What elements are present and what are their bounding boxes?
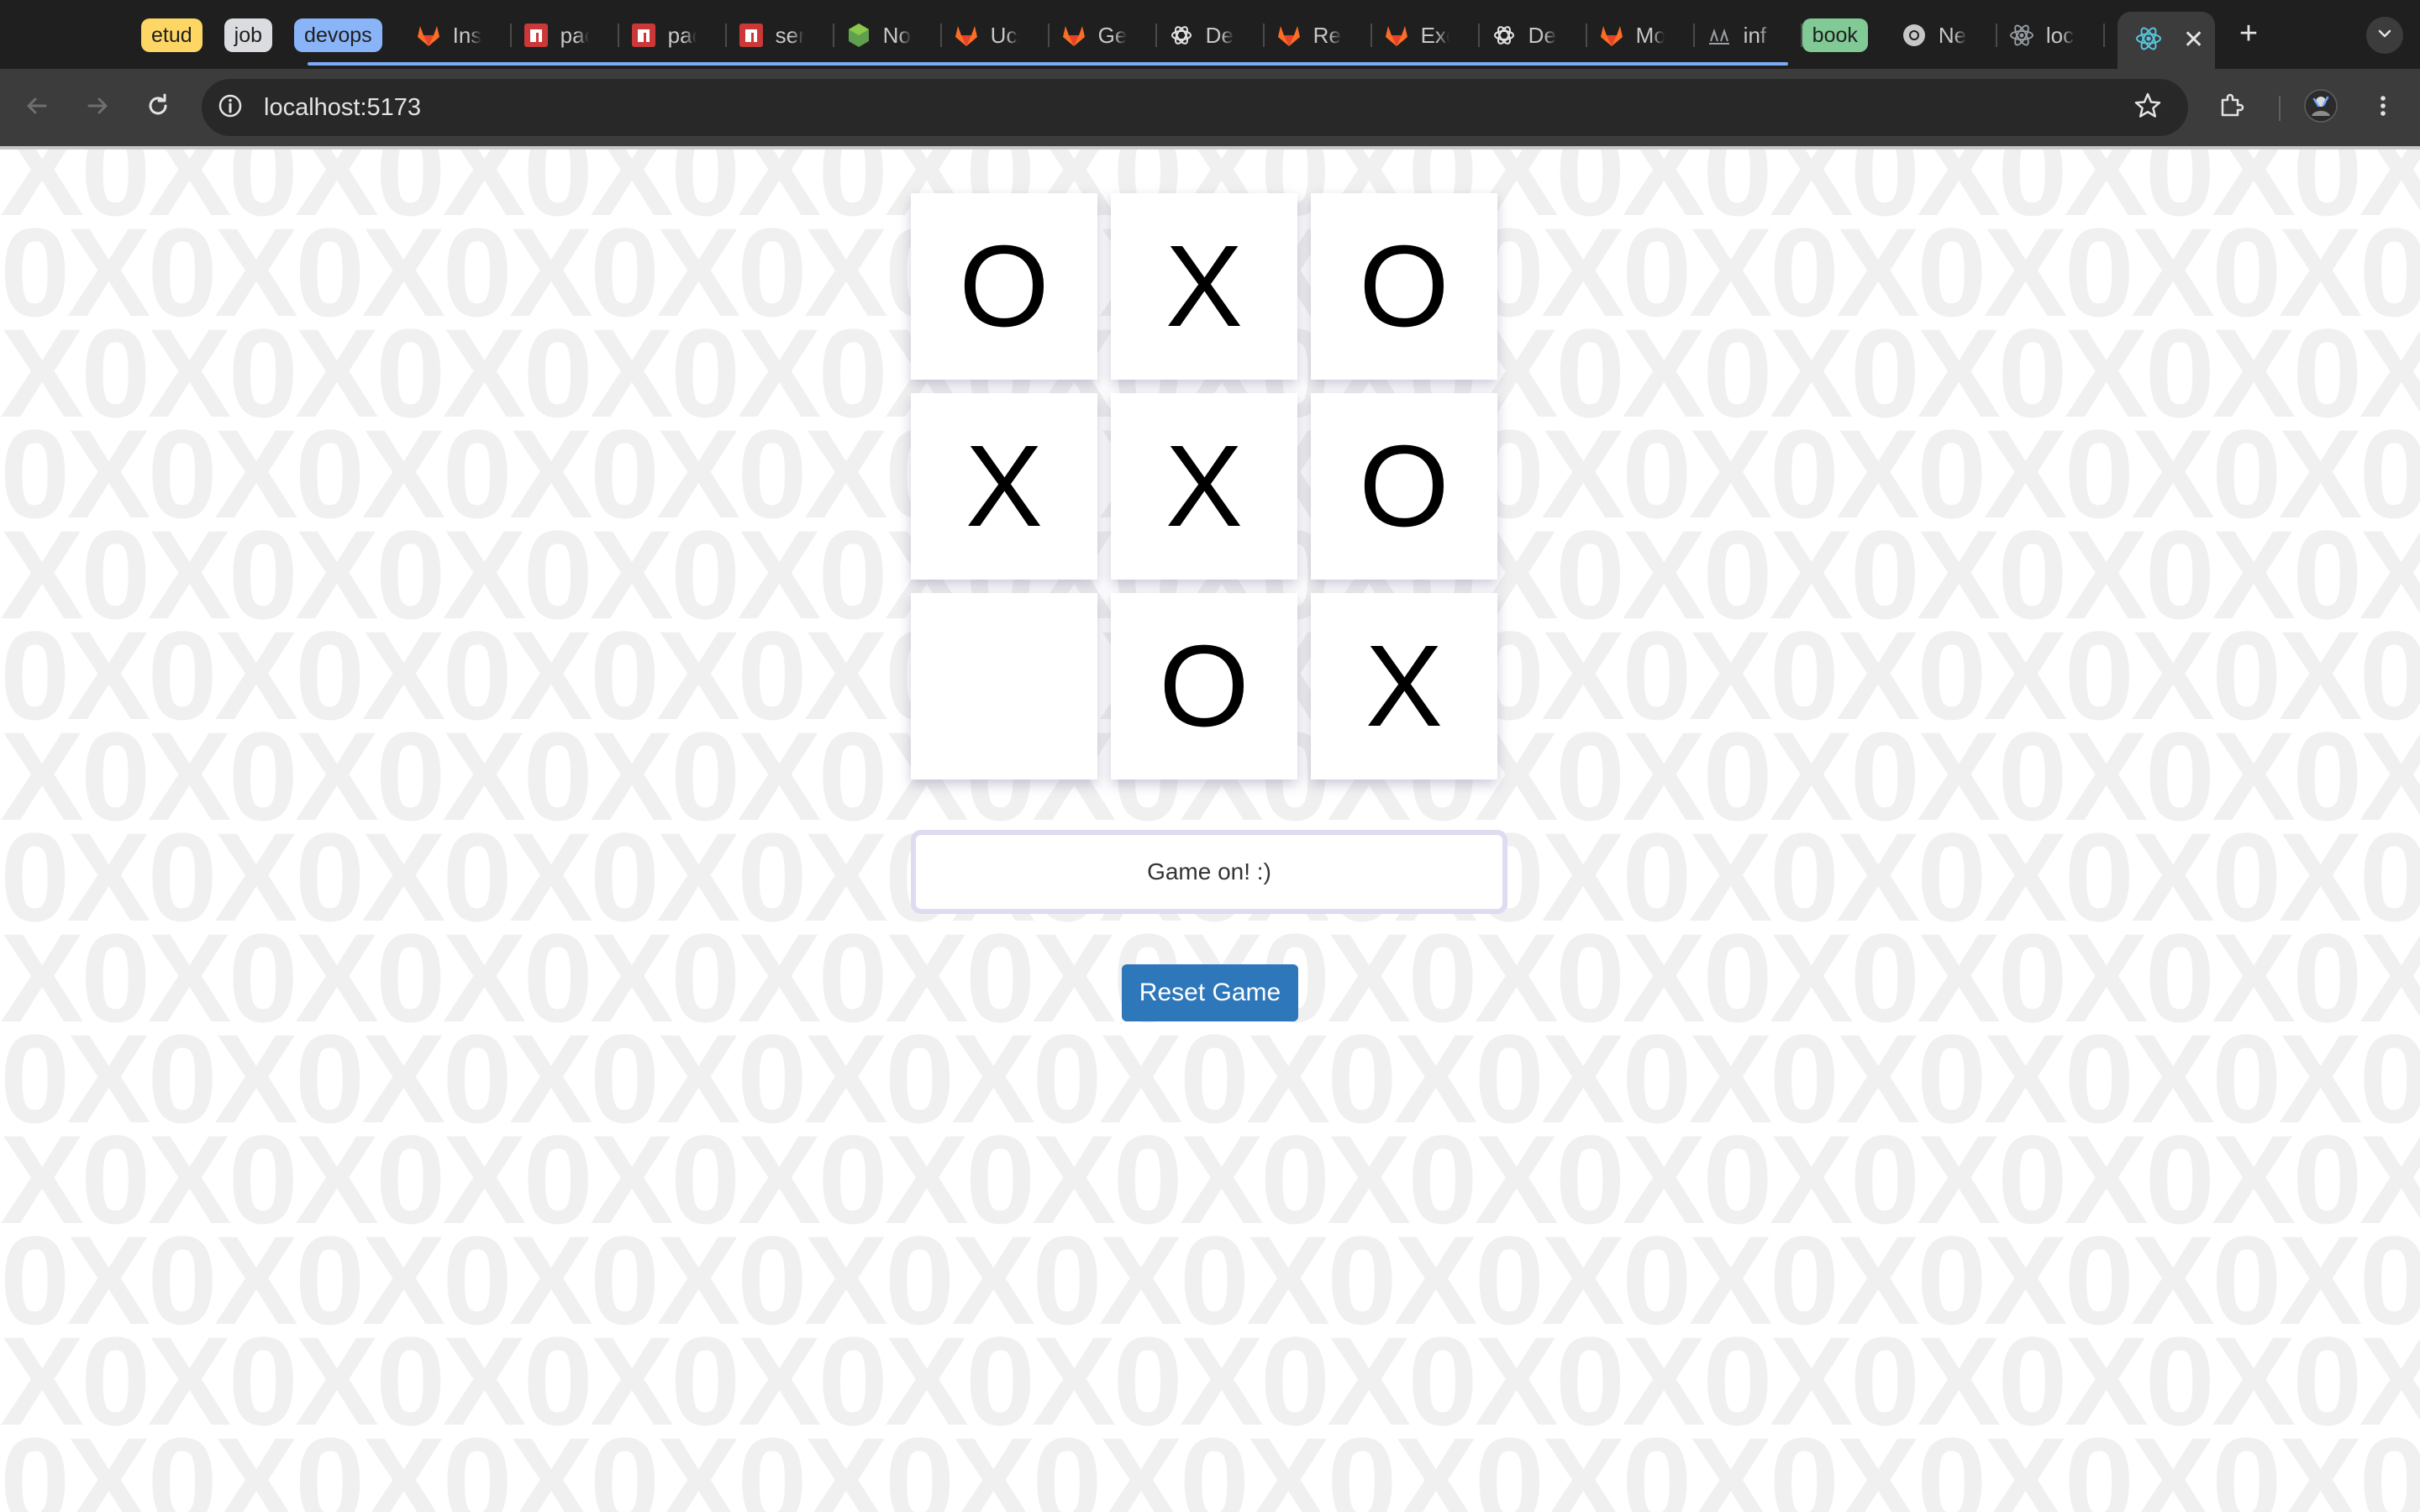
background-pattern-row: 0X0X0X0X0X0X0X0X0X0X0X0X0X0X0X0X0X0X: [0, 1431, 2420, 1512]
browser-tab[interactable]: De: [1480, 13, 1587, 57]
board-cell-8[interactable]: O: [1111, 593, 1297, 780]
site-info-button[interactable]: [213, 91, 247, 124]
board-cell-2[interactable]: X: [1111, 193, 1297, 380]
info-icon: [217, 92, 244, 123]
tab-title: pac: [560, 22, 589, 48]
tab-title: ser: [775, 22, 804, 48]
board-cell-6[interactable]: O: [1311, 393, 1497, 580]
browser-tab[interactable]: De: [1157, 13, 1265, 57]
tab-group-etud[interactable]: etud: [141, 18, 203, 52]
tab-title: No: [882, 22, 911, 48]
gitlab-icon: [1275, 21, 1303, 50]
browser-tab[interactable]: Exe: [1372, 13, 1480, 57]
tab-title: loc: [2045, 22, 2075, 48]
profile-button[interactable]: [2301, 87, 2341, 128]
tab-title: pac: [667, 22, 697, 48]
tab-title: De: [1528, 22, 1556, 48]
site-icon: [1705, 21, 1733, 50]
close-tab-button[interactable]: ✕: [2183, 28, 2204, 53]
board-cell-9[interactable]: X: [1311, 593, 1497, 780]
more-vertical-icon: [2370, 92, 2396, 123]
board-cell-3[interactable]: O: [1311, 193, 1497, 380]
browser-toolbar: localhost:5173: [0, 69, 2420, 146]
reload-button[interactable]: [138, 87, 178, 128]
background-pattern-row: X0X0X0X0X0X0X0X0X0X0X0X0X0X0X0X0X0X0: [0, 1129, 2420, 1230]
tab-title: Ge: [1097, 22, 1127, 48]
tab-title: Ins: [452, 22, 481, 48]
active-tab[interactable]: ✕: [2118, 12, 2215, 69]
openai-icon: [1490, 21, 1518, 50]
tab-strip: etudjob devops Ins pac pac ser No Ucl Ge De Re Exe D…: [0, 0, 2420, 69]
browser-tab[interactable]: pac: [512, 13, 619, 57]
chevron-down-icon: [2375, 24, 2394, 47]
tab-title: Mo: [1635, 22, 1665, 48]
tab-group-devops[interactable]: devops: [294, 18, 382, 52]
npm-icon: [629, 21, 658, 50]
avatar: [2304, 88, 2338, 127]
arrow-right-icon: [84, 92, 111, 123]
forward-button[interactable]: [77, 87, 118, 128]
react-icon: [2007, 21, 2036, 50]
toolbar-divider: [2279, 96, 2281, 121]
browser-tab[interactable]: Re: [1265, 13, 1372, 57]
browser-tab[interactable]: ser: [727, 13, 834, 57]
board-cell-5[interactable]: X: [1111, 393, 1297, 580]
url-text[interactable]: localhost:5173: [264, 93, 421, 122]
browser-tab[interactable]: Ucl: [942, 13, 1050, 57]
tab-title: Re: [1313, 22, 1341, 48]
arrow-left-icon: [24, 92, 50, 123]
bookmark-button[interactable]: [2131, 91, 2165, 124]
openai-icon: [1167, 21, 1196, 50]
tab-group-underline: [308, 62, 1788, 66]
page-viewport: X0X0X0X0X0X0X0X0X0X0X0X0X0X0X0X0X0X0 0X0X…: [0, 150, 2420, 1512]
board-cell-1[interactable]: O: [911, 193, 1097, 380]
browser-tab[interactable]: Ins: [404, 13, 512, 57]
game-status: Game on! :): [911, 830, 1507, 914]
star-icon: [2133, 92, 2162, 124]
address-bar[interactable]: localhost:5173: [202, 79, 2188, 136]
puzzle-icon: [2217, 92, 2246, 124]
background-pattern-row: X0X0X0X0X0X0X0X0X0X0X0X0X0X0X0X0X0X0: [0, 1331, 2420, 1431]
tab-group-job[interactable]: job: [224, 18, 273, 52]
tab-title: inf: [1743, 22, 1767, 48]
browser-menu-button[interactable]: [2363, 87, 2403, 128]
new-tab-button[interactable]: +: [2232, 15, 2265, 52]
reload-icon: [145, 92, 171, 123]
back-button[interactable]: [17, 87, 57, 128]
browser-tab[interactable]: Ne: [1890, 13, 1997, 57]
gitlab-icon: [414, 21, 443, 50]
browser-tab[interactable]: Ge: [1050, 13, 1157, 57]
tab-title: Exe: [1420, 22, 1449, 48]
browser-tab[interactable]: Mo: [1587, 13, 1695, 57]
gitlab-icon: [1382, 21, 1411, 50]
reset-game-button[interactable]: Reset Game: [1122, 964, 1298, 1021]
background-pattern-row: 0X0X0X0X0X0X0X0X0X0X0X0X0X0X0X0X0X0X: [0, 1230, 2420, 1331]
npm-icon: [522, 21, 550, 50]
tab-group-book[interactable]: book: [1802, 18, 1868, 52]
board-cell-7[interactable]: [911, 593, 1097, 780]
tab-title: Ne: [1938, 22, 1967, 48]
npm-icon: [737, 21, 765, 50]
react-icon: [2134, 24, 2163, 57]
nodejs-icon: [844, 21, 873, 50]
browser-tab[interactable]: loc: [1997, 13, 2105, 57]
board-cell-4[interactable]: X: [911, 393, 1097, 580]
extensions-button[interactable]: [2212, 87, 2252, 128]
browser-tab[interactable]: inf: [1695, 13, 1802, 57]
game-board: O X O X X O O X: [911, 193, 1497, 780]
browser-tab[interactable]: pac: [619, 13, 727, 57]
tab-list: etudjob devops Ins pac pac ser No Ucl Ge De Re Exe D…: [141, 13, 2105, 57]
tab-title: Ucl: [990, 22, 1019, 48]
background-pattern-row: 0X0X0X0X0X0X0X0X0X0X0X0X0X0X0X0X0X0X: [0, 1028, 2420, 1129]
gitlab-icon: [1597, 21, 1626, 50]
chrome-icon: [1900, 21, 1928, 50]
browser-tab[interactable]: No: [834, 13, 942, 57]
tab-title: De: [1205, 22, 1234, 48]
tab-search-button[interactable]: [2366, 17, 2403, 54]
gitlab-icon: [1060, 21, 1088, 50]
gitlab-icon: [952, 21, 981, 50]
